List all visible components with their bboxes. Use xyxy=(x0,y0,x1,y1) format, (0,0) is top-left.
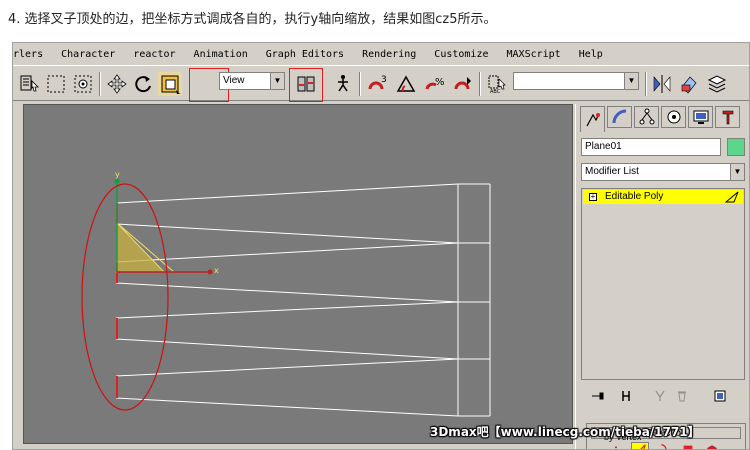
caption-text: 4. 选择叉子顶处的边，把坐标方式调成各自的，执行y轴向缩放，结果如图cz5所示… xyxy=(8,12,497,27)
menu-item-character[interactable]: Character xyxy=(61,49,115,60)
select-by-name-icon[interactable] xyxy=(17,72,41,96)
object-name-field[interactable]: Plane01 xyxy=(581,138,721,156)
svg-text:3: 3 xyxy=(381,75,387,85)
rotate-icon[interactable] xyxy=(131,72,155,96)
show-end-result-icon[interactable] xyxy=(617,388,635,404)
stack-item-editable-poly[interactable]: + Editable Poly xyxy=(583,190,743,204)
menu-item-customize[interactable]: Customize xyxy=(434,49,488,60)
motion-tab-icon[interactable] xyxy=(661,106,686,128)
chevron-down-icon: ▼ xyxy=(624,73,638,89)
polygon-mode-icon[interactable] xyxy=(679,442,697,449)
pivot-highlight-box xyxy=(289,68,323,102)
highlight-ellipse xyxy=(81,183,169,411)
edge-mode-icon[interactable] xyxy=(631,442,649,449)
menu-item-maxscript[interactable]: MAXScript xyxy=(507,49,561,60)
region-select-icon[interactable] xyxy=(44,72,68,96)
chevron-down-icon: ▼ xyxy=(730,164,744,180)
menu-bar: rlers Character reactor Animation Graph … xyxy=(13,49,749,63)
toolbar-separator xyxy=(359,72,361,96)
snap-3d-icon[interactable]: 3 xyxy=(365,72,389,96)
max-screenshot: rlers Character reactor Animation Graph … xyxy=(12,42,750,450)
move-icon[interactable] xyxy=(105,72,129,96)
expand-icon[interactable]: + xyxy=(589,193,597,201)
svg-text:%: % xyxy=(435,77,445,88)
scale-icon[interactable] xyxy=(158,72,182,96)
toolbar-separator xyxy=(99,72,101,96)
display-tab-icon[interactable] xyxy=(688,106,713,128)
align-icon[interactable] xyxy=(677,72,701,96)
toolbar-separator xyxy=(645,72,647,96)
modifier-stack: + Editable Poly xyxy=(581,188,745,380)
vertex-mode-icon[interactable] xyxy=(607,442,625,449)
polygon-icon xyxy=(725,191,739,203)
pin-stack-icon[interactable] xyxy=(589,388,607,404)
percent-snap-icon[interactable]: % xyxy=(423,72,447,96)
window-crossing-icon[interactable] xyxy=(71,72,95,96)
configure-sets-icon[interactable] xyxy=(711,388,729,404)
hierarchy-tab-icon[interactable] xyxy=(634,106,659,128)
border-mode-icon[interactable] xyxy=(655,442,673,449)
edit-named-selection-icon[interactable]: ABC xyxy=(485,72,509,96)
remove-modifier-icon[interactable] xyxy=(673,388,691,404)
menu-item-graph-editors[interactable]: Graph Editors xyxy=(266,49,344,60)
layer-manager-icon[interactable] xyxy=(705,72,729,96)
viewport-canvas: y x xyxy=(81,170,491,417)
spinner-snap-icon[interactable] xyxy=(451,72,475,96)
command-panel-tabs xyxy=(580,106,749,132)
create-tab-icon[interactable] xyxy=(580,106,605,132)
watermark-text: 3Dmax吧【www.linecg.com/tieba/1771】 xyxy=(430,425,700,439)
stack-item-label: Editable Poly xyxy=(605,191,664,202)
angle-snap-icon[interactable] xyxy=(394,72,418,96)
chevron-down-icon: ▼ xyxy=(270,73,284,89)
object-color-swatch[interactable] xyxy=(727,138,745,156)
menu-item-rendering[interactable]: Rendering xyxy=(362,49,416,60)
perspective-viewport[interactable]: y x xyxy=(23,104,573,444)
reference-coord-dropdown[interactable]: View ▼ xyxy=(219,72,285,90)
modifier-list-label: Modifier List xyxy=(585,166,639,177)
x-axis-label: x xyxy=(214,266,219,275)
stack-buttons xyxy=(581,384,745,408)
menu-item-help[interactable]: Help xyxy=(579,49,603,60)
element-mode-icon[interactable] xyxy=(703,442,721,449)
menu-item-rlers[interactable]: rlers xyxy=(13,49,43,60)
command-panel: Plane01 Modifier List ▼ + Editable Poly xyxy=(575,104,749,449)
menu-item-reactor[interactable]: reactor xyxy=(133,49,175,60)
svg-text:ABC: ABC xyxy=(490,89,501,95)
modify-tab-icon[interactable] xyxy=(607,106,632,128)
menu-item-animation[interactable]: Animation xyxy=(194,49,248,60)
mirror-icon[interactable] xyxy=(650,72,674,96)
utilities-tab-icon[interactable] xyxy=(715,106,740,128)
modifier-list-dropdown[interactable]: Modifier List ▼ xyxy=(581,163,745,181)
named-selection-dropdown[interactable]: ▼ xyxy=(513,72,639,90)
select-manipulate-icon[interactable] xyxy=(331,72,355,96)
main-toolbar: View ▼ 3 % ABC ▼ xyxy=(13,65,749,102)
make-unique-icon[interactable] xyxy=(651,388,669,404)
y-axis-label: y xyxy=(115,170,120,179)
fork-mesh xyxy=(115,183,491,417)
toolbar-separator xyxy=(479,72,481,96)
reference-coord-value: View xyxy=(223,75,245,86)
